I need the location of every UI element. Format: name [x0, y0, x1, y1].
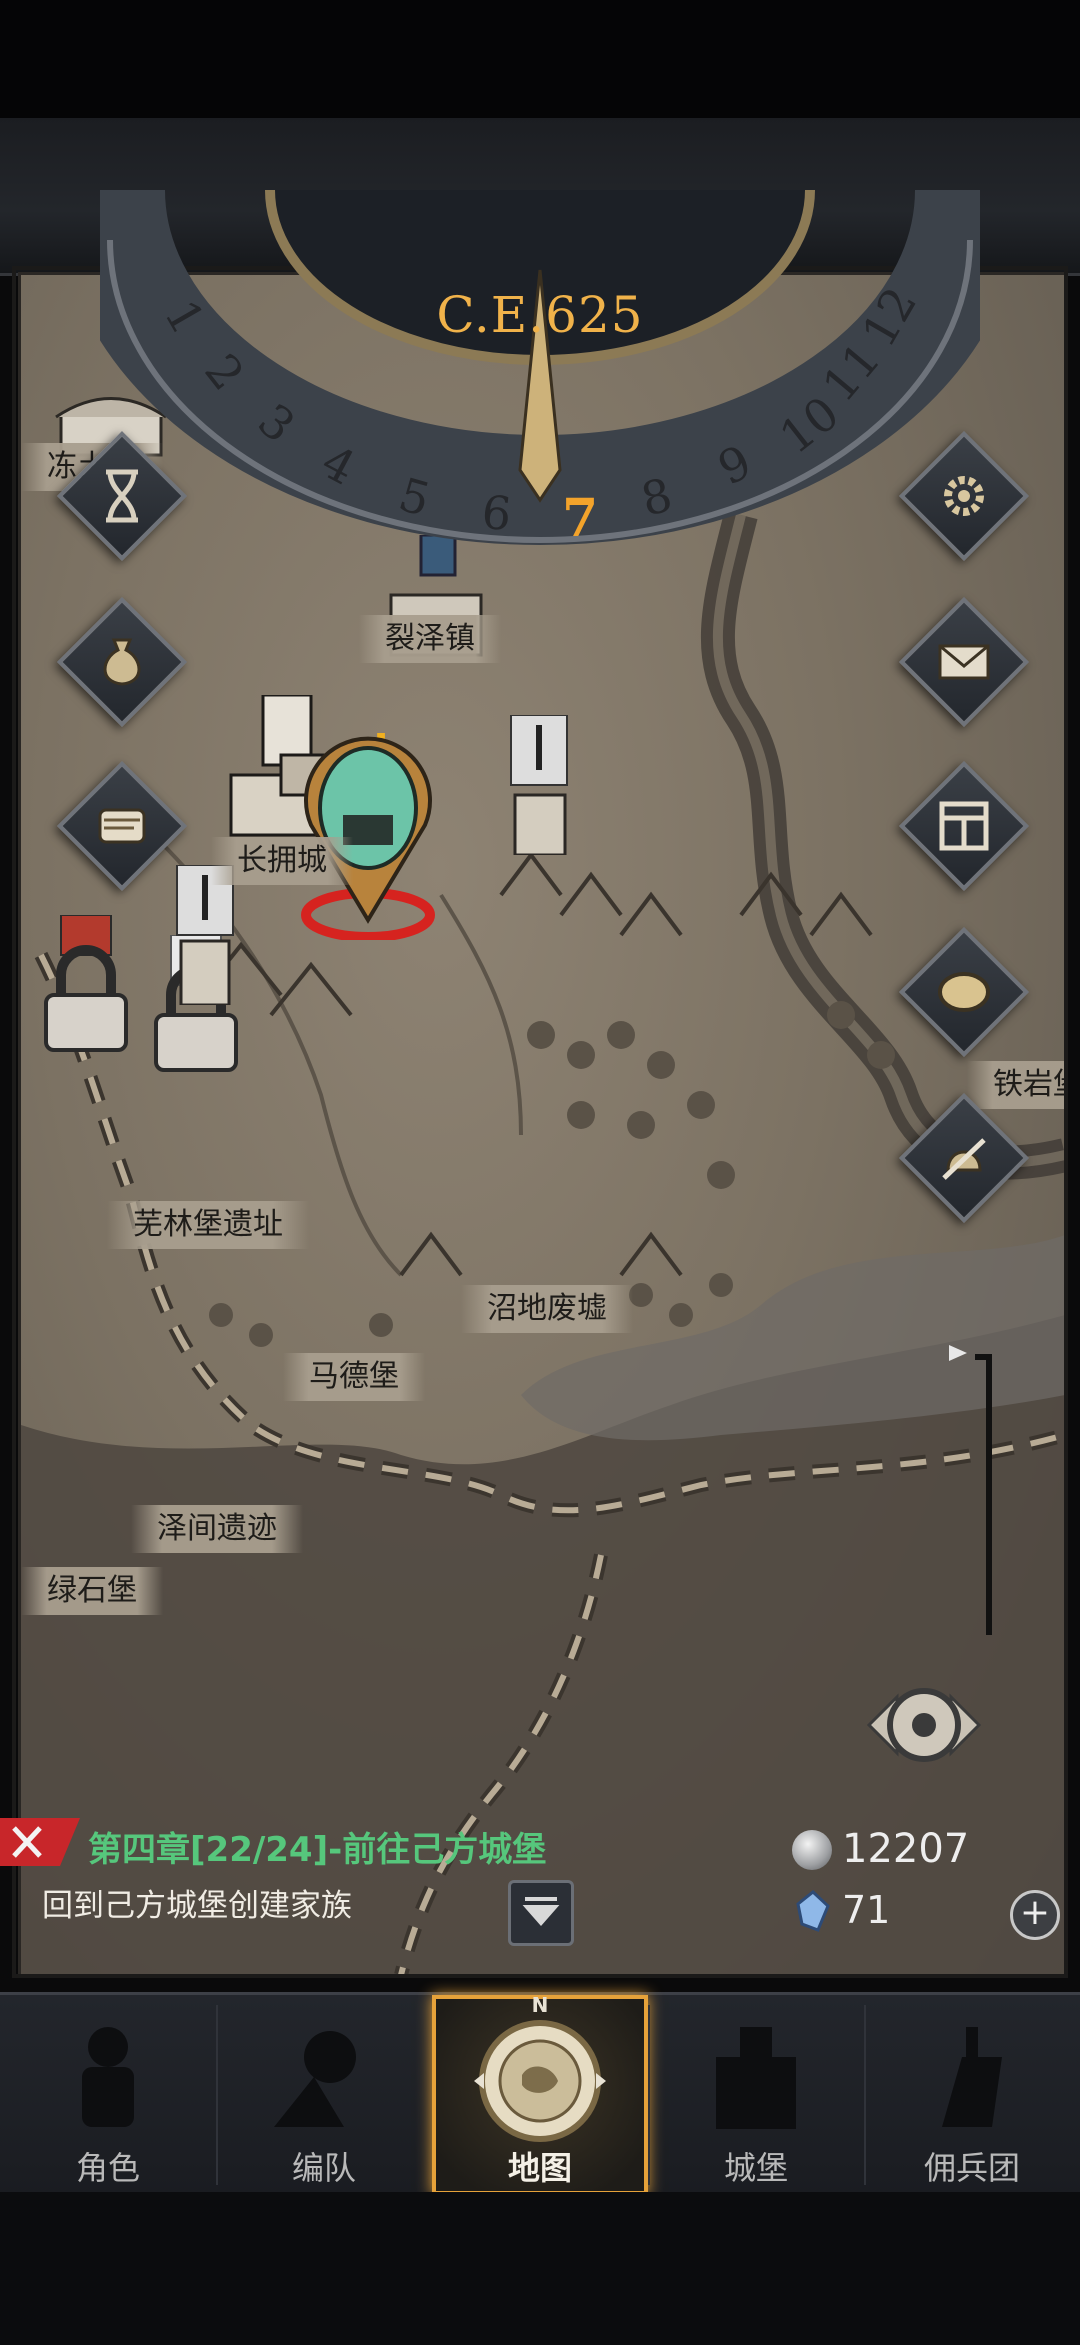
recenter-button[interactable]	[839, 1665, 1009, 1785]
silver-amount: 12207	[842, 1826, 970, 1872]
money-bag-icon	[103, 638, 141, 686]
nav-tab-character[interactable]: 角色	[0, 1995, 216, 2195]
month-6[interactable]: 6	[479, 485, 514, 542]
nav-tab-castle-label: 城堡	[723, 2149, 788, 2187]
silver-coin-icon	[792, 1830, 832, 1870]
castle-icon	[716, 2027, 796, 2129]
location-label-madebao[interactable]: 马德堡	[283, 1353, 425, 1401]
scroll-icon	[98, 808, 146, 844]
mercenary-icon	[942, 2027, 1002, 2127]
location-label-wulinbao[interactable]: 芜林堡遗址	[107, 1201, 309, 1249]
zhaodi-tower-icon	[510, 715, 568, 855]
nav-tab-mercenary[interactable]: 佣兵团	[864, 1995, 1080, 2195]
location-label-tieyan[interactable]: 铁岩堡	[967, 1061, 1065, 1109]
crystal-amount: 71	[842, 1888, 891, 1932]
compass-north-letter: N	[531, 1993, 549, 2017]
quest-subtitle[interactable]: 回到己方城堡创建家族	[42, 1880, 352, 1925]
calendar-year-label: C.E.625	[436, 286, 644, 344]
nav-tab-map[interactable]: N 地图	[432, 1993, 648, 2195]
location-label-liezezhen[interactable]: 裂泽镇	[359, 615, 501, 663]
nav-tab-map-label: 地图	[507, 2149, 572, 2187]
add-currency-button[interactable]: +	[1010, 1890, 1060, 1940]
location-label-zejian[interactable]: 泽间遗迹	[131, 1505, 303, 1553]
location-label-zhaodi[interactable]: 沼地废墟	[461, 1285, 633, 1333]
lvshibao-lock-icon	[44, 915, 128, 1052]
zoom-slider[interactable]	[939, 1335, 999, 1635]
gear-icon	[944, 476, 984, 516]
nav-tab-squad[interactable]: 编队	[216, 1995, 432, 2195]
mail-icon	[938, 644, 990, 680]
nav-tab-castle[interactable]: 城堡	[648, 1995, 864, 2195]
helmet-sword-icon	[942, 1138, 986, 1180]
quest-title[interactable]: 第四章[22/24]-前往己方城堡	[88, 1822, 546, 1871]
quest-collapse-button[interactable]	[508, 1880, 574, 1946]
bottom-letterbox	[0, 2192, 1080, 2345]
player-location-marker[interactable]	[293, 730, 443, 940]
top-letterbox	[0, 0, 1080, 118]
hourglass-icon	[106, 469, 138, 523]
bottom-navigation: 角色 编队 N 地图 城堡 佣兵团	[0, 1992, 1080, 2195]
month-7-current[interactable]: 7	[562, 488, 598, 549]
nav-tab-character-label: 角色	[75, 2149, 140, 2187]
chevron-down-icon	[522, 1897, 560, 1927]
board-icon	[939, 801, 989, 851]
nav-tab-mercenary-label: 佣兵团	[923, 2149, 1020, 2187]
location-label-changyongcheng[interactable]: 长拥城	[211, 837, 353, 885]
compass-icon	[474, 2020, 606, 2142]
quest-sword-icon[interactable]	[0, 1818, 80, 1866]
knight-icon	[82, 2027, 134, 2127]
crystal-icon	[796, 1890, 830, 1932]
zejian-tower-icon	[176, 865, 234, 1005]
shield-icon	[938, 972, 990, 1012]
nav-tab-squad-label: 编队	[291, 2149, 356, 2187]
location-label-lvshibao[interactable]: 绿石堡	[21, 1567, 163, 1615]
squad-icon	[274, 2031, 356, 2127]
